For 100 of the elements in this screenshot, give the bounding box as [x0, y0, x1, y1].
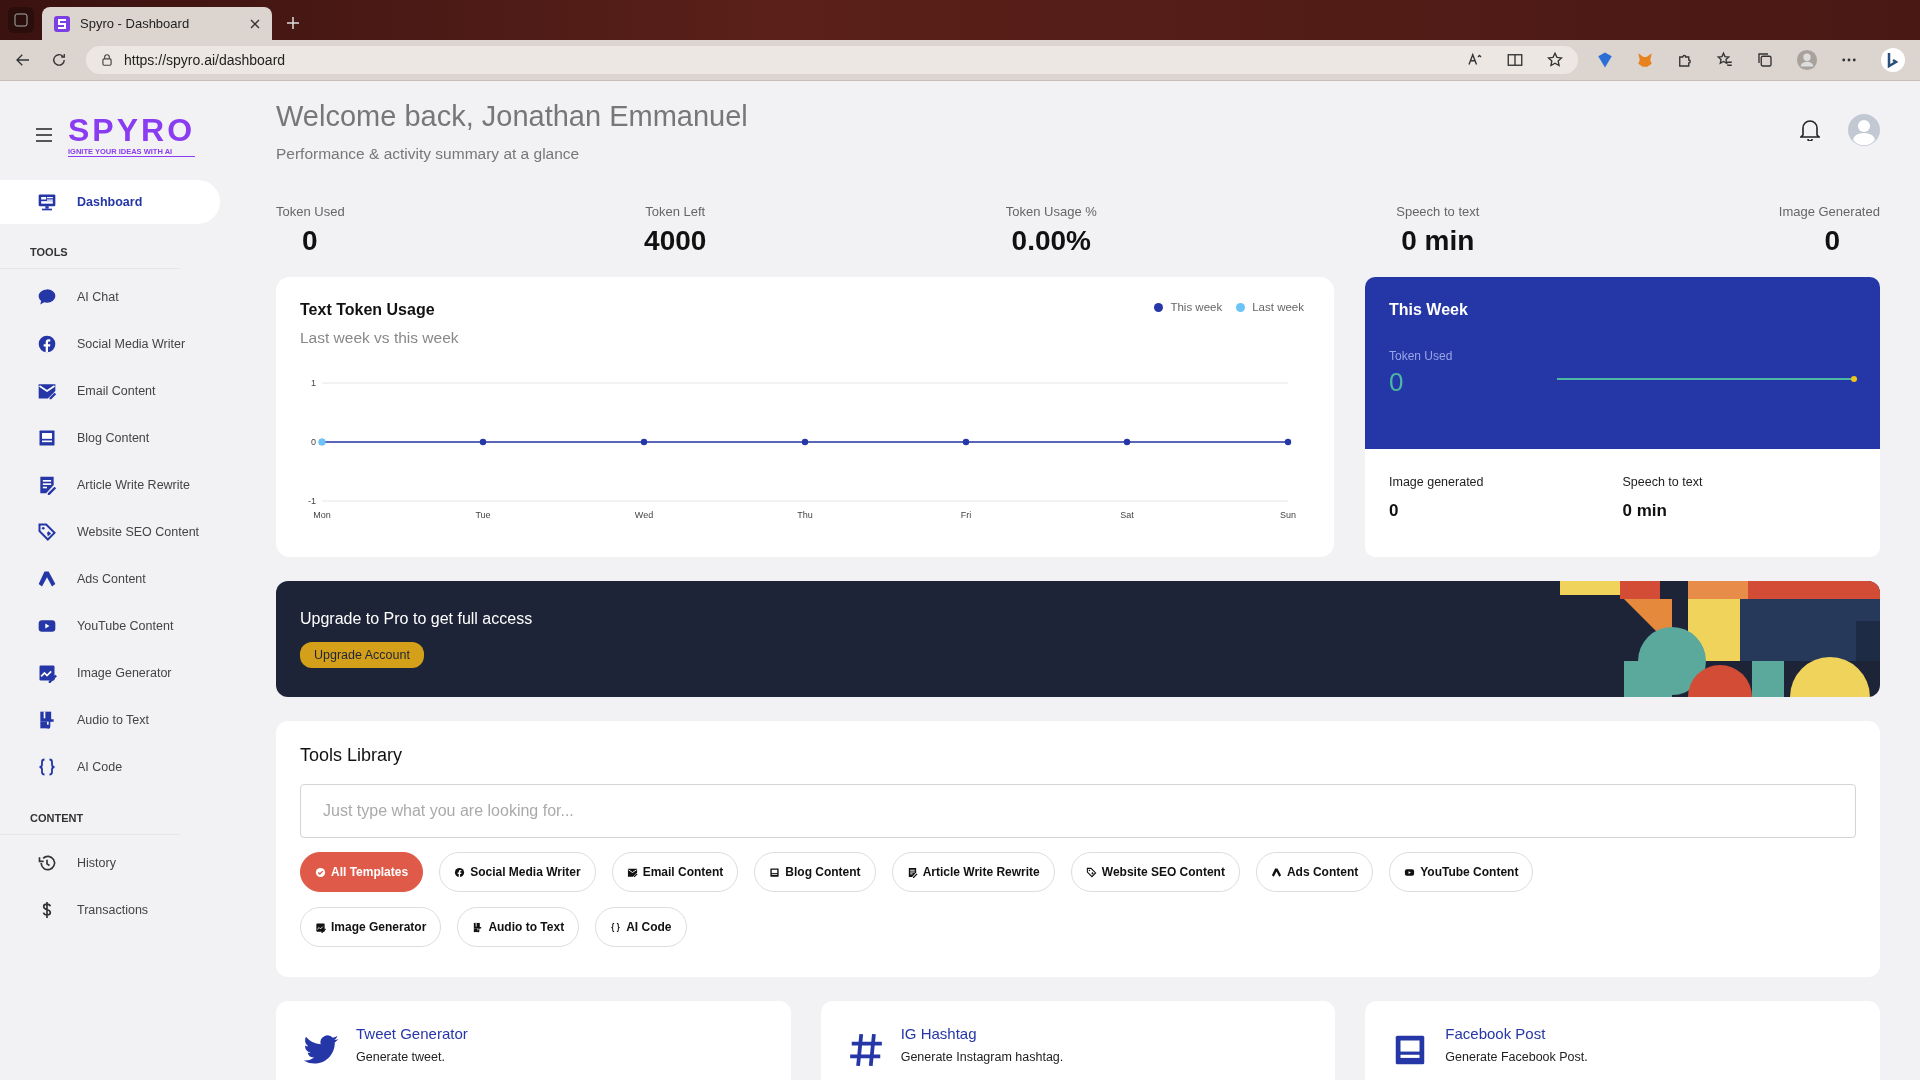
- filter-chip[interactable]: Email Content: [611, 852, 739, 892]
- document-icon: [37, 474, 57, 495]
- x-tick-label: Sat: [1120, 510, 1134, 520]
- nav-item[interactable]: Ads Content: [0, 555, 220, 602]
- nav-item[interactable]: Article Write Rewrite: [0, 461, 220, 508]
- envelope-icon: [626, 866, 638, 878]
- tool-card[interactable]: Facebook Post Generate Facebook Post.: [1365, 1001, 1880, 1080]
- page-title: Welcome back, Jonathan Emmanuel: [276, 100, 748, 133]
- collections-icon[interactable]: [1756, 51, 1774, 69]
- tab-title: Spyro - Dashboard: [80, 16, 191, 31]
- stat-value: 0.00%: [1011, 225, 1091, 257]
- section-heading: CONTENT: [0, 790, 180, 835]
- x-tick-label: Thu: [797, 510, 813, 520]
- data-point: [962, 438, 970, 446]
- data-point: [1123, 438, 1131, 446]
- address-bar[interactable]: https://spyro.ai/dashboard: [86, 46, 1578, 74]
- stat-label: Image Generated: [1778, 204, 1880, 219]
- nav-item[interactable]: Social Media Writer: [0, 320, 220, 367]
- filter-chip[interactable]: Blog Content: [754, 852, 876, 892]
- tool-card[interactable]: IG Hashtag Generate Instagram hashtag.: [820, 1001, 1336, 1080]
- metric-value: 0: [1389, 367, 1404, 398]
- y-tick-label: -1: [308, 496, 316, 506]
- stat-value: 0 min: [1401, 225, 1475, 257]
- legend-label: Last week: [1252, 301, 1304, 313]
- play-icon: [1404, 866, 1416, 878]
- stat-value: 0: [301, 225, 318, 257]
- nav-item[interactable]: Image Generator: [0, 649, 220, 696]
- filter-chip[interactable]: YouTube Content: [1389, 852, 1534, 892]
- filter-chip[interactable]: AI Code: [595, 907, 687, 947]
- card-title: Text Token Usage: [300, 301, 435, 319]
- nav-item[interactable]: AI Chat: [0, 273, 220, 320]
- nav-item[interactable]: AI Code: [0, 743, 220, 790]
- chat-bubble-icon: [37, 286, 57, 307]
- filter-chip[interactable]: All Templates: [300, 852, 424, 892]
- nav-item[interactable]: Website SEO Content: [0, 508, 220, 555]
- tool-description: Generate Instagram hashtag.: [900, 1050, 1064, 1064]
- tool-description: Generate tweet.: [356, 1050, 446, 1064]
- tool-card[interactable]: Tweet Generator Generate tweet.: [276, 1001, 791, 1080]
- stat-value: 0 min: [1622, 501, 1668, 521]
- blog-icon: [769, 866, 781, 878]
- card-subtitle: Last week vs this week: [300, 329, 459, 347]
- data-point: [1284, 438, 1292, 446]
- y-tick-label: 1: [311, 378, 316, 388]
- tool-title: Tweet Generator: [356, 1025, 468, 1042]
- favorites-icon[interactable]: [1716, 51, 1734, 69]
- nav-item[interactable]: Dashboard: [0, 180, 220, 224]
- x-tick-label: Sun: [1280, 510, 1296, 520]
- tag-icon: [1085, 866, 1097, 878]
- nav-item[interactable]: Blog Content: [0, 414, 220, 461]
- reader-icon[interactable]: [1506, 51, 1524, 69]
- x-tick-label: Mon: [313, 510, 331, 520]
- card-title: This Week: [1389, 301, 1469, 319]
- stat-value: 4000: [644, 225, 707, 257]
- x-tick-label: Fri: [960, 510, 972, 520]
- menu-icon[interactable]: [36, 128, 52, 142]
- x-tick-label: Wed: [634, 510, 654, 520]
- stat-label: Token Left: [645, 204, 706, 219]
- braces-icon: [37, 756, 57, 777]
- new-tab-icon[interactable]: [286, 16, 300, 30]
- nav-item[interactable]: History: [0, 839, 220, 886]
- stat-label: Token Usage %: [1005, 204, 1097, 219]
- browser-tab[interactable]: Spyro - Dashboard: [42, 7, 272, 40]
- nav-item[interactable]: Email Content: [0, 367, 220, 414]
- ads-icon: [1270, 866, 1282, 878]
- facebook-icon: [37, 333, 57, 354]
- image-icon: [315, 921, 326, 933]
- close-icon[interactable]: [250, 18, 260, 29]
- stat-label: Token Used: [276, 204, 345, 219]
- refresh-icon[interactable]: [50, 51, 68, 69]
- data-point: [801, 438, 809, 446]
- favorite-add-icon[interactable]: [1546, 51, 1564, 69]
- filter-chip[interactable]: Social Media Writer: [439, 852, 596, 892]
- section-title: Tools Library: [300, 745, 404, 766]
- braces-icon: [610, 921, 622, 933]
- stat-value: 0: [1824, 225, 1841, 257]
- bell-icon[interactable]: [1800, 119, 1820, 141]
- stat-label: Image generated: [1389, 475, 1485, 489]
- y-tick-label: 0: [311, 437, 316, 447]
- data-point: [640, 438, 648, 446]
- filter-chip[interactable]: Website SEO Content: [1070, 852, 1240, 892]
- page-subtitle: Performance & activity summary at a glance: [276, 145, 581, 163]
- filter-chip[interactable]: Audio to Text: [457, 907, 580, 947]
- upgrade-button[interactable]: Upgrade Account: [300, 642, 424, 668]
- filter-chip[interactable]: Ads Content: [1255, 852, 1374, 892]
- nav-item[interactable]: Transactions: [0, 886, 220, 933]
- section-heading: TOOLS: [0, 224, 180, 269]
- x-tick-label: Tue: [475, 510, 491, 520]
- stat-label: Speech to text: [1396, 204, 1480, 219]
- tab-actions-icon[interactable]: [8, 7, 34, 33]
- search-field[interactable]: Just type what you are looking for...: [300, 784, 1856, 838]
- nav-item[interactable]: Audio to Text: [0, 696, 220, 743]
- filter-chip[interactable]: Image Generator: [300, 907, 442, 947]
- metric-label: Token Used: [1389, 349, 1453, 363]
- filter-chip[interactable]: Article Write Rewrite: [891, 852, 1055, 892]
- data-point: [479, 438, 487, 446]
- stat-label: Speech to text: [1622, 475, 1704, 489]
- nav-item[interactable]: YouTube Content: [0, 602, 220, 649]
- url-text: https://spyro.ai/dashboard: [124, 52, 287, 68]
- legend-label: This week: [1170, 301, 1223, 313]
- lock-icon: [100, 53, 114, 67]
